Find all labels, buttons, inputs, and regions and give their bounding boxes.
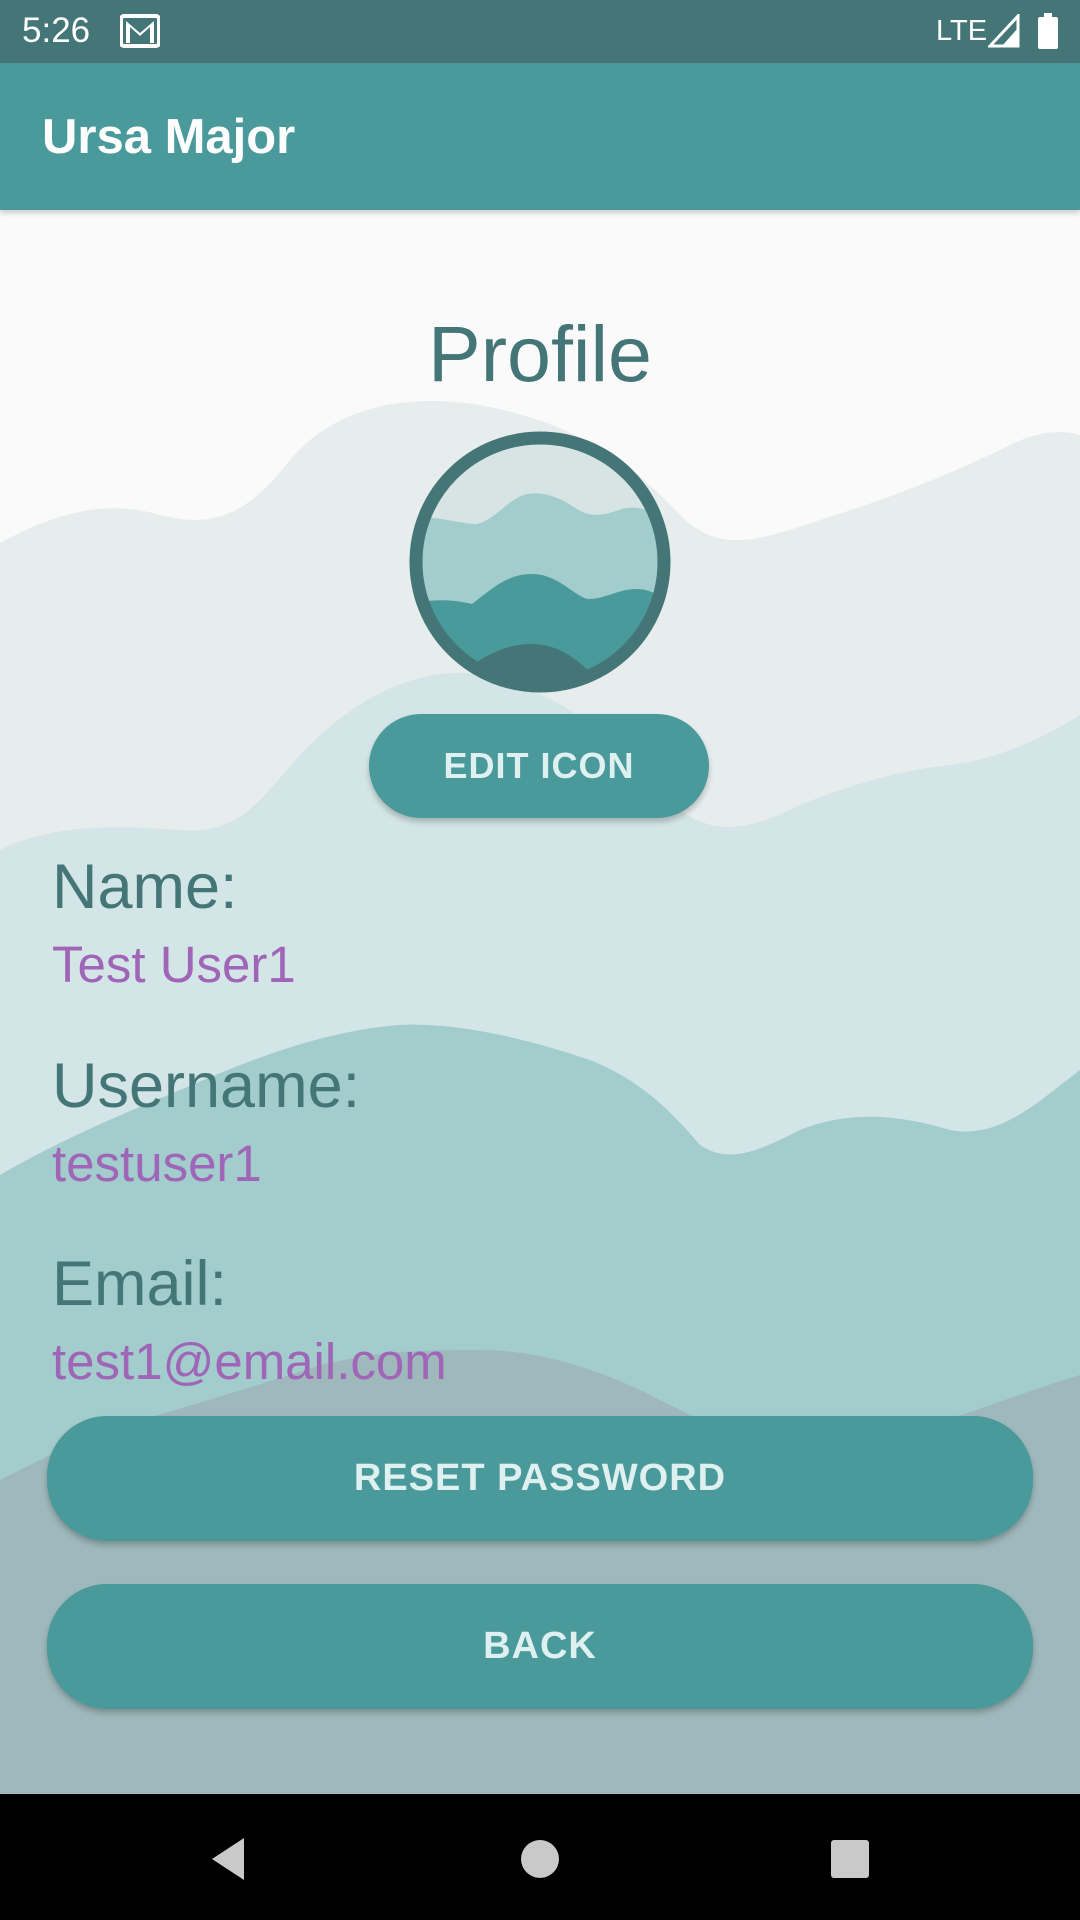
network-type: LTE xyxy=(936,15,988,47)
recents-square-icon[interactable] xyxy=(815,1824,885,1894)
email-value: test1@email.com xyxy=(52,1333,447,1390)
gmail-icon xyxy=(119,14,161,53)
mountain-avatar-icon xyxy=(407,429,673,700)
status-bar: 5:26 LTE xyxy=(0,0,1080,63)
email-label: Email: xyxy=(52,1249,228,1319)
edit-icon-button[interactable]: EDIT ICON xyxy=(369,714,709,818)
username-label: Username: xyxy=(52,1051,361,1121)
page-title: Profile xyxy=(428,309,652,398)
app-title: Ursa Major xyxy=(42,110,296,164)
navigation-bar xyxy=(0,1794,1080,1920)
signal-icon xyxy=(986,12,1020,53)
app-bar: Ursa Major xyxy=(0,63,1080,210)
name-value: Test User1 xyxy=(52,936,296,993)
back-triangle-icon[interactable] xyxy=(200,1824,270,1894)
battery-icon xyxy=(1038,13,1058,54)
profile-screen: 5:26 LTE Ursa Major Profile EDIT ICON Na… xyxy=(0,0,1080,1920)
name-label: Name: xyxy=(52,852,238,922)
status-time: 5:26 xyxy=(22,11,91,50)
username-value: testuser1 xyxy=(52,1135,262,1192)
home-circle-icon[interactable] xyxy=(505,1824,575,1894)
reset-password-button[interactable]: RESET PASSWORD xyxy=(47,1416,1033,1541)
back-button[interactable]: BACK xyxy=(47,1584,1033,1709)
profile-content: Profile EDIT ICON Name: Test User1 Usern… xyxy=(0,210,1080,1794)
